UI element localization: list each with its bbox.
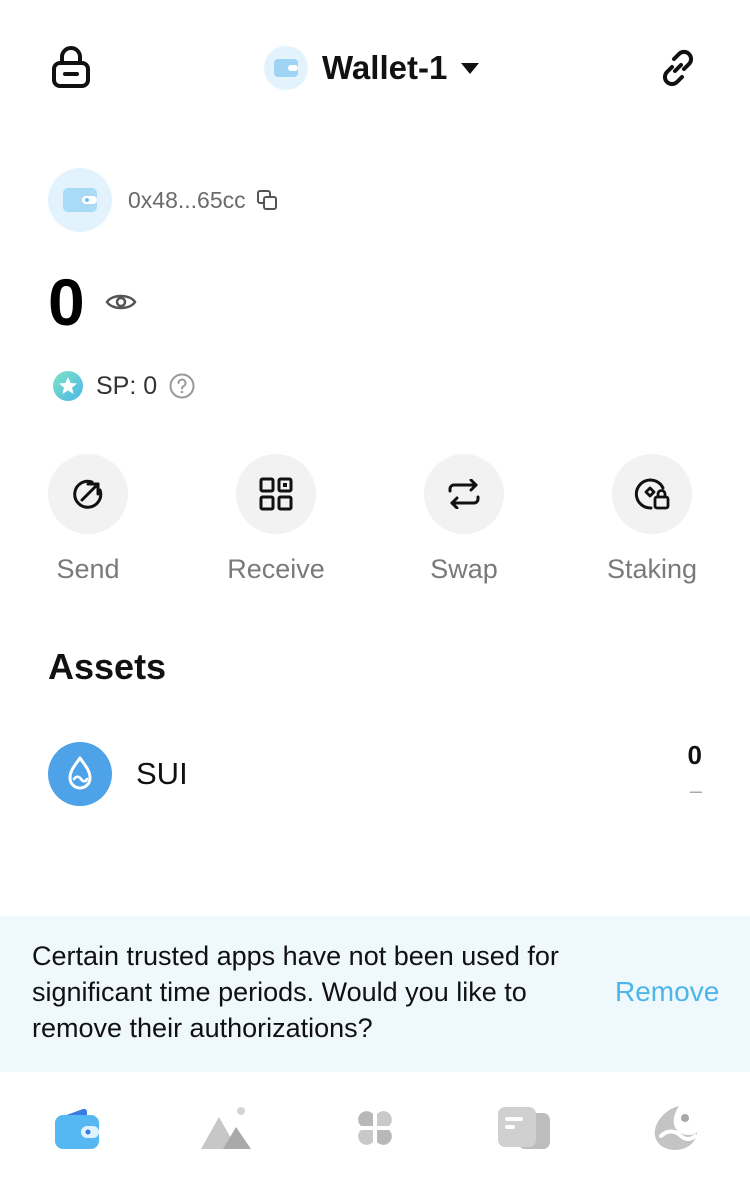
staking-button[interactable]: Staking — [577, 454, 727, 585]
tab-nft[interactable] — [194, 1098, 258, 1158]
receive-circle — [236, 454, 316, 534]
wallet-icon — [55, 1108, 99, 1149]
link-icon — [662, 49, 694, 87]
send-label: Send — [56, 554, 120, 584]
star-badge-icon — [52, 370, 84, 402]
help-icon[interactable] — [169, 373, 195, 399]
swap-arrows-icon — [448, 479, 480, 509]
cards-icon — [498, 1107, 550, 1149]
staking-icon — [634, 478, 670, 510]
wallet-icon — [274, 59, 298, 77]
sui-wave-icon — [654, 1106, 697, 1150]
copy-icon[interactable] — [256, 189, 278, 211]
lock-button[interactable] — [48, 44, 94, 90]
wallet-name: Wallet-1 — [322, 49, 448, 86]
staking-circle — [612, 454, 692, 534]
swap-button[interactable]: Swap — [389, 454, 539, 585]
eye-icon[interactable] — [105, 286, 137, 318]
wallet-avatar-small — [264, 46, 308, 90]
caret-down-icon — [461, 62, 480, 74]
sp-points: SP: 0 — [96, 371, 158, 400]
quick-actions: Send Receive Swap Staking — [0, 454, 750, 594]
asset-symbol: SUI — [136, 756, 188, 791]
send-arrow-icon — [73, 479, 103, 509]
mountains-icon — [201, 1107, 251, 1149]
asset-amount: 0 — [687, 740, 702, 770]
receive-button[interactable]: Receive — [201, 454, 351, 585]
total-balance: 0 — [48, 265, 85, 339]
send-button[interactable]: Send — [13, 454, 163, 585]
sp-row: SP: 0 — [52, 366, 195, 406]
remove-button[interactable]: Remove — [615, 976, 719, 1008]
asset-fiat-value: – — [689, 778, 702, 803]
assets-heading: Assets — [48, 646, 167, 687]
bottom-tab-bar — [0, 1072, 750, 1200]
qr-code-icon — [259, 477, 293, 511]
wallet-icon — [63, 188, 97, 212]
asset-row-sui[interactable]: SUI 0 – — [48, 740, 704, 808]
banner-message: Certain trusted apps have not been used … — [32, 941, 559, 1043]
authorization-banner: Certain trusted apps have not been used … — [0, 916, 750, 1072]
wallet-address: 0x48...65cc — [128, 186, 246, 213]
address-row: 0x48...65cc — [48, 168, 278, 232]
send-circle — [48, 454, 128, 534]
top-bar: Wallet-1 — [0, 30, 750, 106]
connect-button[interactable] — [654, 44, 702, 92]
tab-wallet[interactable] — [45, 1098, 109, 1158]
tab-apps[interactable] — [343, 1098, 407, 1158]
lock-icon — [52, 46, 90, 88]
sui-token-icon — [48, 742, 112, 806]
swap-label: Swap — [430, 554, 498, 584]
tab-sui[interactable] — [643, 1098, 707, 1158]
receive-label: Receive — [227, 554, 325, 584]
staking-label: Staking — [606, 554, 698, 584]
swap-circle — [424, 454, 504, 534]
tab-cards[interactable] — [492, 1098, 556, 1158]
wallet-avatar — [48, 168, 112, 232]
clover-icon — [358, 1111, 392, 1145]
wallet-switcher[interactable]: Wallet-1 — [264, 44, 480, 92]
balance-row: 0 — [48, 262, 137, 342]
